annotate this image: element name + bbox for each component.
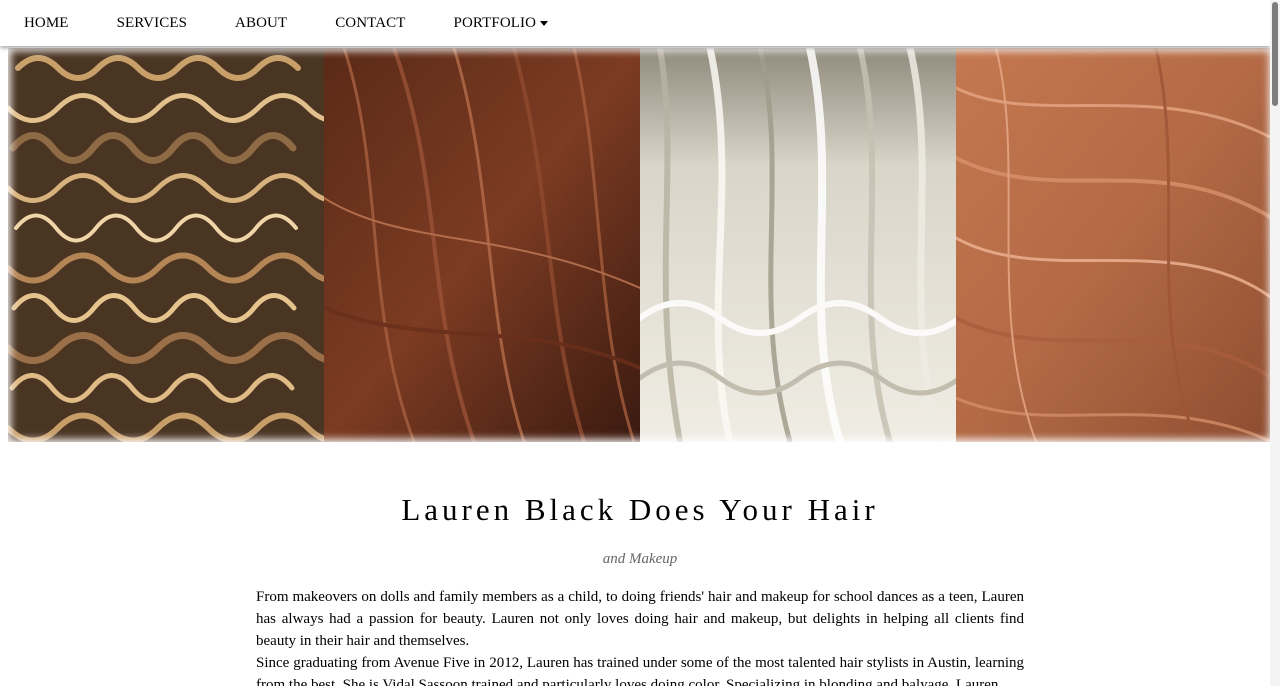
copper-hair-image bbox=[956, 48, 1272, 442]
vertical-scrollbar[interactable] bbox=[1270, 0, 1280, 686]
hero-panel-blonde-hair bbox=[640, 48, 956, 442]
page: HOME SERVICES ABOUT CONTACT PORTFOLIO La… bbox=[0, 0, 1280, 686]
hero-panel-brunette-hair bbox=[324, 48, 640, 442]
intro-paragraph-1: From makeovers on dolls and family membe… bbox=[256, 589, 1024, 649]
page-title: Lauren Black Does Your Hair bbox=[401, 492, 879, 527]
page-subtitle: and Makeup bbox=[602, 551, 678, 567]
hero-banner bbox=[8, 48, 1272, 442]
nav-about-link[interactable]: ABOUT bbox=[235, 15, 287, 32]
nav-services-link[interactable]: SERVICES bbox=[117, 15, 187, 32]
hero-panel-curly-hair bbox=[8, 48, 324, 442]
nav-portfolio-dropdown[interactable]: PORTFOLIO bbox=[454, 15, 549, 32]
brunette-hair-image bbox=[324, 48, 640, 442]
caret-down-icon bbox=[540, 20, 549, 26]
nav-home-label: HOME bbox=[24, 14, 69, 31]
hero-panel-copper-hair bbox=[956, 48, 1272, 442]
scrollbar-thumb[interactable] bbox=[1272, 2, 1278, 106]
nav-list: HOME SERVICES ABOUT CONTACT PORTFOLIO bbox=[0, 0, 1270, 46]
nav-contact-link[interactable]: CONTACT bbox=[335, 15, 405, 32]
nav-portfolio-label: PORTFOLIO bbox=[453, 14, 537, 31]
nav-services-label: SERVICES bbox=[116, 14, 188, 31]
nav-about-label: ABOUT bbox=[235, 14, 288, 31]
top-navbar: HOME SERVICES ABOUT CONTACT PORTFOLIO bbox=[0, 0, 1270, 46]
curly-hair-image bbox=[8, 48, 324, 442]
nav-home-link[interactable]: HOME bbox=[24, 15, 69, 32]
nav-contact-label: CONTACT bbox=[335, 14, 406, 31]
blonde-hair-image bbox=[640, 48, 956, 442]
intro-text: From makeovers on dolls and family membe… bbox=[256, 586, 1024, 686]
intro-paragraph-2: Since graduating from Avenue Five in 201… bbox=[256, 655, 1024, 686]
